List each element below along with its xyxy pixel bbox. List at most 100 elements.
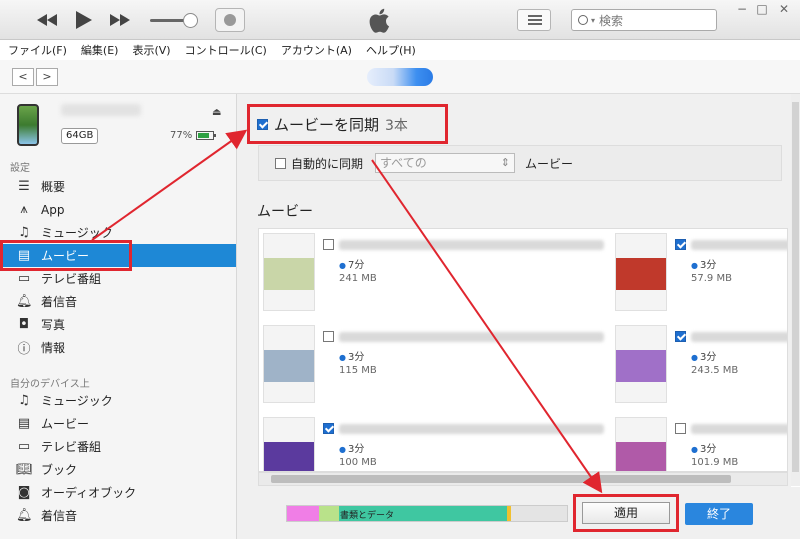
- battery-icon: [196, 131, 216, 140]
- capacity-bar: [286, 505, 568, 522]
- auto-sync-select[interactable]: すべての: [375, 153, 516, 173]
- movie-checkbox[interactable]: [323, 331, 334, 342]
- movie-thumbnail[interactable]: [615, 417, 667, 471]
- movie-title: [691, 424, 787, 434]
- menu-help[interactable]: ヘルプ(H): [366, 42, 416, 58]
- movie-thumbnail[interactable]: [615, 233, 667, 311]
- movie-duration: 3分: [339, 440, 364, 455]
- sidebar-item-label: 情報: [41, 341, 66, 355]
- movie-duration: 3分: [339, 348, 364, 363]
- maximize-button[interactable]: □: [753, 2, 771, 16]
- movie-grid: 7分 241 MB 3分 57.9 MB 3分 115 MB 3分 243.5 …: [258, 228, 788, 472]
- movie-checkbox[interactable]: [323, 423, 334, 434]
- sidebar-item-device-movies[interactable]: ▤ ムービー: [0, 412, 236, 435]
- volume-knob[interactable]: [183, 13, 198, 28]
- movie-size: 57.9 MB: [691, 273, 732, 284]
- sidebar-item-label: 写真: [41, 318, 66, 332]
- fast-forward-icon[interactable]: [109, 9, 131, 31]
- my-device-section-label: 自分のデバイス上: [10, 379, 90, 390]
- menu-controls[interactable]: コントロール(C): [185, 42, 267, 58]
- movie-thumbnail[interactable]: [263, 233, 315, 311]
- movie-title: [339, 424, 604, 434]
- sidebar-item-tones[interactable]: 🔔︎ 着信音: [0, 290, 236, 313]
- sidebar-item-label: テレビ番組: [41, 272, 102, 286]
- movie-checkbox[interactable]: [675, 423, 686, 434]
- movie-duration: 3分: [691, 348, 716, 363]
- menu-file[interactable]: ファイル(F): [8, 42, 67, 58]
- close-button[interactable]: ✕: [775, 2, 793, 16]
- movie-size: 100 MB: [339, 457, 377, 468]
- device-name: [61, 104, 141, 116]
- capacity-segment-apps: [287, 506, 319, 521]
- vertical-scrollbar[interactable]: [791, 94, 800, 486]
- sidebar-item-device-books[interactable]: 📖︎ ブック: [0, 458, 236, 481]
- camera-icon: ◘: [18, 317, 30, 332]
- sidebar-item-info[interactable]: ⓘ 情報: [0, 336, 236, 359]
- movie-thumbnail[interactable]: [615, 325, 667, 403]
- movie-checkbox[interactable]: [675, 239, 686, 250]
- audiobook-icon: ◙: [17, 485, 31, 500]
- sidebar-item-photos[interactable]: ◘ 写真: [0, 313, 236, 336]
- sidebar-item-summary[interactable]: ☰ 概要: [0, 175, 236, 198]
- battery-percent: 77%: [170, 130, 193, 141]
- menu-edit[interactable]: 編集(E): [81, 42, 119, 58]
- eject-icon[interactable]: ⏏: [212, 107, 221, 118]
- play-icon[interactable]: [74, 9, 94, 31]
- capacity-segment-free: [511, 506, 567, 521]
- rewind-icon[interactable]: [36, 9, 58, 31]
- airplay-icon[interactable]: [215, 8, 245, 32]
- movie-title: [691, 332, 787, 342]
- sidebar-item-device-tones[interactable]: 🔔︎ 着信音: [0, 504, 236, 527]
- done-button[interactable]: 終了: [685, 503, 753, 525]
- movie-thumbnail[interactable]: [263, 417, 315, 471]
- horizontal-scrollbar[interactable]: [258, 472, 788, 486]
- bell-icon: 🔔︎: [16, 508, 33, 523]
- menu-account[interactable]: アカウント(A): [281, 42, 352, 58]
- auto-sync-row: 自動的に同期 すべての ムービー: [258, 145, 782, 181]
- search-icon: [578, 15, 588, 25]
- scrollbar-thumb[interactable]: [792, 102, 799, 472]
- movie-checkbox[interactable]: [675, 331, 686, 342]
- iphone-icon: [17, 104, 39, 146]
- sidebar-item-label: ミュージック: [41, 226, 113, 240]
- menu-bar: ファイル(F) 編集(E) 表示(V) コントロール(C) アカウント(A) ヘ…: [0, 40, 800, 60]
- movie-title: [691, 240, 787, 250]
- movie-checkbox[interactable]: [323, 239, 334, 250]
- auto-sync-label: 自動的に同期: [291, 156, 364, 171]
- info-icon: ⓘ: [17, 342, 31, 357]
- summary-icon: ☰: [18, 179, 30, 194]
- movie-size: 101.9 MB: [691, 457, 739, 468]
- device-capacity: 64GB: [61, 128, 99, 144]
- scrollbar-thumb[interactable]: [271, 475, 731, 483]
- movie-size: 243.5 MB: [691, 365, 739, 376]
- highlight-apply-button: [573, 494, 679, 532]
- settings-section-label: 設定: [10, 163, 30, 174]
- sidebar-item-label: App: [41, 202, 65, 217]
- minimize-button[interactable]: −: [733, 2, 751, 16]
- forward-button[interactable]: >: [36, 68, 58, 86]
- capacity-label: 書類とデータ: [340, 511, 395, 521]
- sidebar-item-label: 着信音: [41, 295, 78, 309]
- tv-icon: ▭: [17, 439, 31, 454]
- sidebar-item-app[interactable]: ⩚ App: [0, 198, 236, 221]
- movie-duration: 3分: [691, 256, 716, 271]
- bell-icon: 🔔︎: [16, 294, 33, 309]
- menu-view[interactable]: 表示(V): [132, 42, 170, 58]
- movie-duration: 7分: [339, 256, 364, 271]
- sidebar-item-device-audiobooks[interactable]: ◙ オーディオブック: [0, 481, 236, 504]
- movie-icon: ▤: [17, 416, 31, 431]
- movie-title: [339, 332, 604, 342]
- sidebar-item-device-tv[interactable]: ▭ テレビ番組: [0, 435, 236, 458]
- auto-sync-checkbox[interactable]: [275, 157, 286, 169]
- list-view-icon[interactable]: [517, 9, 551, 31]
- movie-duration: 3分: [691, 440, 716, 455]
- movies-heading: ムービー: [257, 204, 313, 220]
- music-icon: ♫: [18, 225, 30, 240]
- sidebar-item-label: 概要: [41, 180, 66, 194]
- sidebar-item-label: ムービー: [41, 417, 90, 431]
- search-input[interactable]: ▾ 検索: [571, 9, 717, 31]
- device-button[interactable]: [367, 68, 433, 86]
- back-button[interactable]: <: [12, 68, 34, 86]
- sidebar-item-device-music[interactable]: ♫ ミュージック: [0, 389, 236, 412]
- movie-thumbnail[interactable]: [263, 325, 315, 403]
